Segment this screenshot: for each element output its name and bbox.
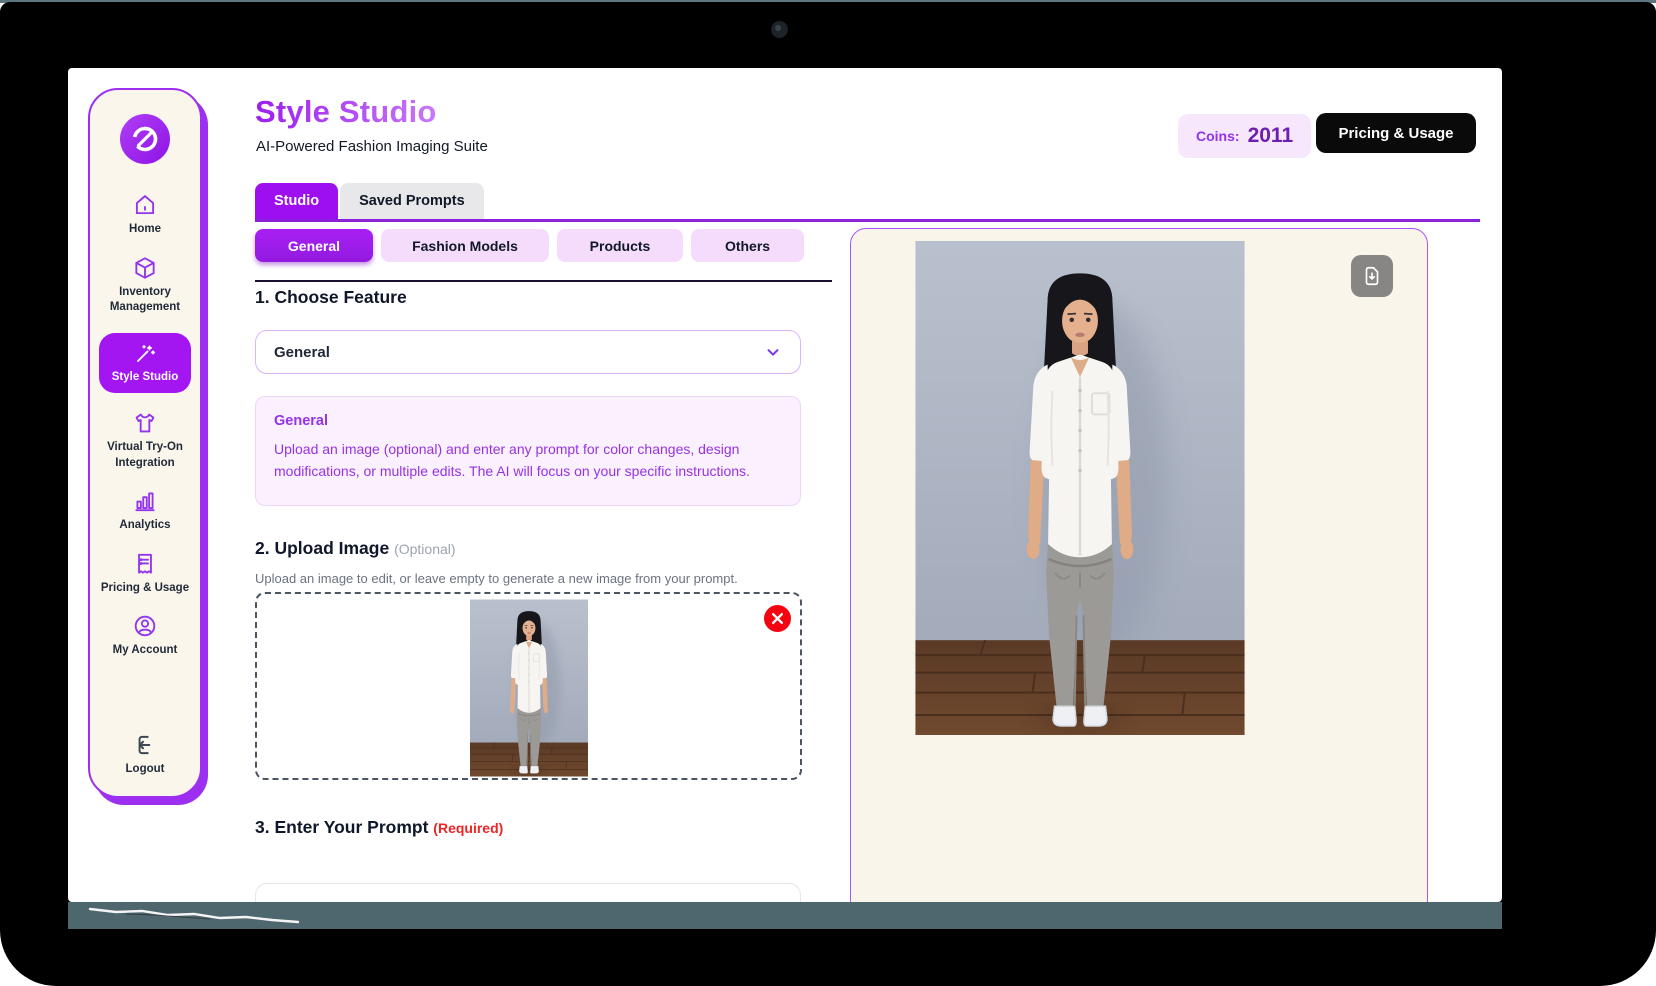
file-download-icon — [1361, 265, 1383, 287]
step2-heading: 2. Upload Image (Optional) — [255, 538, 456, 559]
tablet-bezel: Home Inventory Management Style Studio — [0, 2, 1656, 986]
coins-badge: Coins: 2011 — [1178, 114, 1311, 158]
sidebar-item-label: Inventory Management — [95, 285, 195, 316]
pill-products[interactable]: Products — [557, 229, 683, 262]
close-icon — [771, 612, 784, 625]
sidebar-item-label: Home — [129, 222, 161, 238]
optional-tag: (Optional) — [394, 541, 455, 557]
user-circle-icon — [132, 613, 158, 639]
page-subtitle: AI-Powered Fashion Imaging Suite — [256, 138, 488, 155]
required-tag: (Required) — [433, 820, 503, 836]
sidebar-item-style-studio[interactable]: Style Studio — [99, 333, 191, 394]
logout-icon — [132, 732, 158, 758]
brand-logo-icon — [120, 114, 170, 164]
pill-fashion-models[interactable]: Fashion Models — [381, 229, 549, 262]
feature-info-body: Upload an image (optional) and enter any… — [274, 439, 782, 482]
sidebar-item-inventory[interactable]: Inventory Management — [95, 255, 195, 316]
download-image-button[interactable] — [1351, 255, 1393, 297]
sidebar-item-analytics[interactable]: Analytics — [95, 488, 195, 534]
tab-bar: Studio Saved Prompts — [255, 180, 1480, 222]
section-divider — [255, 280, 832, 282]
step1-heading: 1. Choose Feature — [255, 287, 407, 308]
scratch-mark — [86, 902, 316, 929]
camera-icon — [771, 21, 788, 38]
chevron-down-icon — [764, 343, 782, 361]
sidebar-item-label: Virtual Try-On Integration — [95, 440, 195, 471]
feature-info-title: General — [274, 413, 782, 429]
sidebar-item-virtual-tryon[interactable]: Virtual Try-On Integration — [95, 410, 195, 471]
sidebar-item-label: Analytics — [119, 518, 170, 534]
sidebar-item-label: Pricing & Usage — [101, 581, 189, 597]
desk-surface — [68, 902, 1502, 929]
tab-studio[interactable]: Studio — [255, 183, 338, 219]
pill-others[interactable]: Others — [691, 229, 804, 262]
sidebar-item-label: Logout — [126, 762, 165, 778]
page-title: Style Studio — [255, 94, 437, 130]
feature-pill-row: General Fashion Models Products Others — [255, 229, 804, 262]
bar-chart-icon — [132, 488, 158, 514]
feature-info-box: General Upload an image (optional) and e… — [255, 396, 801, 506]
coins-label: Coins: — [1196, 128, 1240, 144]
app-window: Home Inventory Management Style Studio — [68, 68, 1502, 902]
screenshot-root: Home Inventory Management Style Studio — [0, 0, 1656, 986]
magic-wand-icon — [133, 342, 157, 366]
pill-general[interactable]: General — [255, 229, 373, 262]
home-icon — [132, 192, 158, 218]
feature-select[interactable]: General — [255, 330, 801, 374]
upload-dropzone[interactable] — [255, 592, 802, 780]
sidebar-item-label: Style Studio — [112, 370, 178, 386]
preview-image — [915, 241, 1245, 735]
sidebar-item-pricing-usage[interactable]: Pricing & Usage — [95, 551, 195, 597]
tshirt-icon — [132, 410, 158, 436]
tab-saved-prompts[interactable]: Saved Prompts — [340, 183, 484, 219]
uploaded-image-thumbnail — [470, 599, 588, 777]
upload-helper-text: Upload an image to edit, or leave empty … — [255, 571, 738, 586]
receipt-icon — [132, 551, 158, 577]
sidebar-item-logout[interactable]: Logout — [95, 732, 195, 778]
sidebar-item-home[interactable]: Home — [95, 192, 195, 238]
remove-image-button[interactable] — [764, 605, 791, 632]
feature-select-value: General — [274, 344, 330, 361]
sidebar: Home Inventory Management Style Studio — [88, 88, 202, 798]
preview-panel — [850, 228, 1428, 902]
pricing-usage-button[interactable]: Pricing & Usage — [1316, 113, 1476, 153]
sidebar-item-label: My Account — [113, 643, 178, 659]
package-icon — [132, 255, 158, 281]
step3-heading: 3. Enter Your Prompt (Required) — [255, 817, 503, 838]
coins-value: 2011 — [1248, 124, 1294, 148]
prompt-textarea[interactable] — [255, 883, 801, 902]
sidebar-item-my-account[interactable]: My Account — [95, 613, 195, 659]
